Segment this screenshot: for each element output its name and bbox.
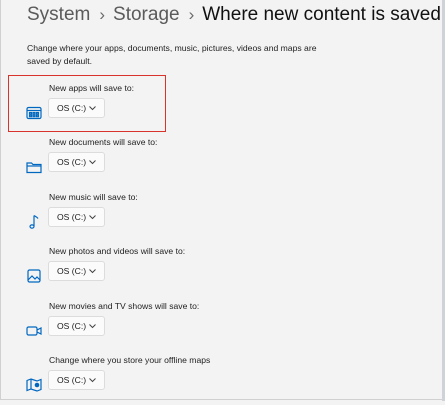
breadcrumb: System › Storage › Where new content is …	[27, 2, 441, 28]
chevron-down-icon	[89, 214, 96, 220]
photo-icon	[25, 268, 43, 284]
chevron-down-icon	[89, 105, 96, 111]
chevron-down-icon	[89, 268, 96, 274]
setting-label: New photos and videos will save to:	[49, 246, 186, 256]
dropdown-value: OS (C:)	[57, 321, 87, 331]
drive-dropdown[interactable]: OS (C:)	[48, 207, 105, 227]
setting-label: New documents will save to:	[49, 137, 158, 147]
setting-label: New movies and TV shows will save to:	[49, 301, 200, 311]
setting-label: New music will save to:	[49, 192, 138, 202]
app-window-icon	[25, 105, 43, 121]
chevron-down-icon	[89, 159, 96, 165]
breadcrumb-storage[interactable]: Storage	[113, 4, 180, 26]
chevron-down-icon	[89, 323, 96, 329]
setting-label: New apps will save to:	[49, 83, 135, 93]
drive-dropdown[interactable]: OS (C:)	[48, 98, 105, 118]
setting-new-music: New music will save to: OS (C:)	[0, 192, 445, 242]
folder-icon	[25, 159, 43, 175]
chevron-down-icon	[89, 377, 96, 383]
breadcrumb-separator: ›	[99, 5, 106, 24]
drive-dropdown[interactable]: OS (C:)	[48, 316, 105, 336]
page-description: Change where your apps, documents, music…	[27, 43, 317, 66]
dropdown-value: OS (C:)	[57, 266, 87, 276]
setting-label: Change where you store your offline maps	[49, 355, 211, 365]
music-note-icon	[25, 214, 43, 230]
setting-new-apps: New apps will save to: OS (C:)	[0, 83, 445, 133]
setting-offline-maps: Change where you store your offline maps…	[0, 355, 445, 405]
setting-new-documents: New documents will save to: OS (C:)	[0, 137, 445, 187]
page-title: Where new content is saved	[202, 4, 441, 25]
setting-new-movies-tv: New movies and TV shows will save to: OS…	[0, 301, 445, 351]
video-camera-icon	[25, 323, 43, 339]
dropdown-value: OS (C:)	[57, 103, 87, 113]
drive-dropdown[interactable]: OS (C:)	[48, 261, 105, 281]
setting-new-photos-videos: New photos and videos will save to: OS (…	[0, 246, 445, 296]
breadcrumb-system[interactable]: System	[27, 4, 90, 26]
drive-dropdown[interactable]: OS (C:)	[48, 152, 105, 172]
dropdown-value: OS (C:)	[57, 212, 87, 222]
breadcrumb-separator: ›	[188, 5, 195, 24]
dropdown-value: OS (C:)	[57, 375, 87, 385]
drive-dropdown[interactable]: OS (C:)	[48, 370, 105, 390]
dropdown-value: OS (C:)	[57, 157, 87, 167]
map-icon	[25, 377, 43, 393]
